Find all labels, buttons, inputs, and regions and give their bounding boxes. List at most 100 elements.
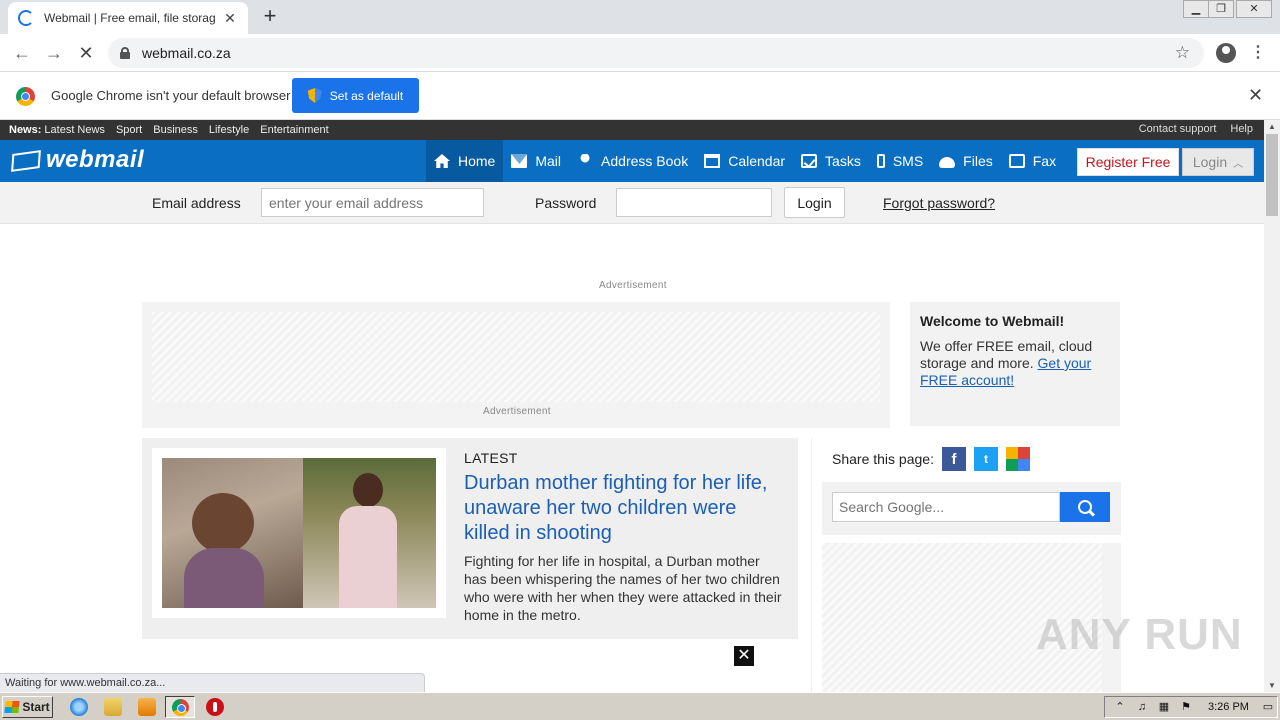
- fax-icon: [1008, 154, 1025, 168]
- password-label: Password: [535, 195, 597, 211]
- network-icon[interactable]: ▦: [1157, 701, 1171, 713]
- news-link-business[interactable]: Business: [153, 124, 198, 136]
- checkbox-icon: [801, 154, 818, 168]
- news-link-latest[interactable]: Latest News: [44, 124, 105, 136]
- ad-close-icon[interactable]: ✕: [734, 646, 754, 666]
- article-image[interactable]: [152, 448, 446, 618]
- opera-icon[interactable]: [206, 698, 224, 716]
- news-link-sport[interactable]: Sport: [116, 124, 142, 136]
- news-link-entertainment[interactable]: Entertainment: [260, 124, 328, 136]
- profile-avatar-icon[interactable]: [1216, 43, 1236, 63]
- help-link[interactable]: Help: [1230, 123, 1253, 135]
- nav-item-home[interactable]: Home: [426, 140, 504, 182]
- taskbar-chrome-button[interactable]: [165, 696, 195, 718]
- search-button[interactable]: [1060, 492, 1110, 522]
- nav-item-tasks[interactable]: Tasks: [793, 140, 869, 182]
- register-free-button[interactable]: Register Free: [1077, 148, 1179, 176]
- google-search-input[interactable]: [832, 492, 1060, 522]
- tab-close-icon[interactable]: ✕: [222, 10, 238, 27]
- set-as-default-label: Set as default: [329, 88, 404, 103]
- new-tab-icon[interactable]: +: [258, 5, 282, 28]
- minimize-icon[interactable]: ▁: [1183, 0, 1209, 18]
- volume-icon[interactable]: ♫: [1135, 701, 1149, 713]
- logo-text: webmail: [46, 146, 145, 173]
- show-desktop-icon[interactable]: ▭: [1261, 701, 1275, 713]
- page-scrollbar[interactable]: ▲ ▼: [1264, 120, 1280, 692]
- latest-article: LATEST Durban mother fighting for her li…: [142, 438, 798, 639]
- login-dropdown-button[interactable]: Login ︿: [1182, 148, 1254, 176]
- media-player-icon[interactable]: [138, 698, 156, 716]
- share-row: Share this page: f t: [832, 447, 1030, 471]
- cloud-download-icon: [939, 156, 956, 168]
- nav-item-label: Tasks: [825, 153, 861, 169]
- internet-explorer-icon[interactable]: [70, 698, 88, 716]
- nav-item-label: Mail: [535, 153, 562, 169]
- news-prefix: News:: [9, 124, 42, 136]
- email-field[interactable]: [261, 188, 484, 217]
- twitter-icon[interactable]: t: [973, 447, 998, 471]
- restore-icon[interactable]: ❐: [1208, 0, 1234, 18]
- forward-arrow-icon[interactable]: →: [42, 41, 66, 65]
- chrome-icon: [172, 699, 189, 716]
- password-field[interactable]: [616, 188, 772, 217]
- scroll-down-icon[interactable]: ▼: [1268, 681, 1276, 690]
- system-tray: ⌃ ♫ ▦ ⚑ 3:26 PM ▭: [1104, 696, 1278, 718]
- windows-logo-icon: [4, 701, 20, 713]
- start-button[interactable]: Start: [2, 696, 53, 718]
- tab-title: Webmail | Free email, file storage, s: [44, 11, 216, 25]
- browser-tab[interactable]: Webmail | Free email, file storage, s ✕: [8, 2, 248, 34]
- nav-item-calendar[interactable]: Calendar: [696, 140, 793, 182]
- back-arrow-icon[interactable]: ←: [10, 41, 34, 65]
- status-bubble: Waiting for www.webmail.co.za...: [0, 673, 425, 692]
- facebook-icon[interactable]: f: [941, 447, 966, 471]
- loading-spinner-icon: [18, 10, 34, 26]
- search-icon: [1078, 500, 1092, 514]
- advertisement-label: Advertisement: [483, 406, 551, 417]
- nav-item-fax[interactable]: Fax: [1001, 140, 1064, 182]
- nav-item-label: Address Book: [601, 153, 689, 169]
- envelope-logo-icon: [10, 148, 40, 172]
- clock[interactable]: 3:26 PM: [1208, 701, 1249, 713]
- address-bar[interactable]: webmail.co.za ☆: [108, 38, 1204, 68]
- nav-item-address-book[interactable]: Address Book: [569, 140, 696, 182]
- tab-strip: Webmail | Free email, file storage, s ✕ …: [0, 0, 1280, 34]
- bookmark-star-icon[interactable]: ☆: [1175, 43, 1190, 63]
- nav-item-label: Home: [458, 153, 496, 169]
- stop-loading-icon[interactable]: ✕: [74, 41, 98, 65]
- shield-icon: [307, 88, 322, 103]
- contact-support-link[interactable]: Contact support: [1139, 123, 1217, 135]
- menu-kebab-icon[interactable]: ⋮: [1250, 42, 1266, 62]
- infobar-text: Google Chrome isn't your default browser: [51, 88, 291, 103]
- page-viewport: News: Latest News Sport Business Lifesty…: [0, 120, 1264, 692]
- nav-item-label: Files: [963, 153, 993, 169]
- default-browser-infobar: Google Chrome isn't your default browser…: [0, 72, 1280, 120]
- google-plus-icon[interactable]: [1005, 447, 1030, 471]
- child-photo-left: [162, 458, 303, 608]
- scrollbar-thumb[interactable]: [1266, 134, 1278, 216]
- news-bar: News: Latest News Sport Business Lifesty…: [0, 120, 1264, 140]
- article-description: Fighting for her life in hospital, a Dur…: [464, 553, 782, 623]
- nav-item-files[interactable]: Files: [931, 140, 1001, 182]
- infobar-close-icon[interactable]: ✕: [1248, 85, 1263, 106]
- login-dropdown-label: Login: [1192, 154, 1228, 170]
- sidebar-divider: [811, 438, 812, 692]
- nav-item-sms[interactable]: SMS: [869, 140, 931, 182]
- window-close-icon[interactable]: ✕: [1236, 0, 1272, 18]
- login-button[interactable]: Login: [784, 187, 845, 218]
- lock-icon[interactable]: [120, 47, 130, 59]
- main-nav: webmail Home Mail Address Book Calendar …: [0, 140, 1264, 182]
- article-title-link[interactable]: Durban mother fighting for her life, una…: [464, 471, 786, 546]
- flag-icon[interactable]: ⚑: [1179, 701, 1193, 713]
- scroll-up-icon[interactable]: ▲: [1268, 122, 1276, 131]
- user-icon: [580, 154, 590, 163]
- tray-expand-icon[interactable]: ⌃: [1113, 701, 1127, 713]
- webmail-logo[interactable]: webmail: [10, 146, 144, 174]
- set-as-default-button[interactable]: Set as default: [292, 78, 419, 113]
- news-link-lifestyle[interactable]: Lifestyle: [209, 124, 249, 136]
- forgot-password-link[interactable]: Forgot password?: [883, 195, 995, 211]
- nav-item-mail[interactable]: Mail: [503, 140, 569, 182]
- leaderboard-ad[interactable]: Advertisement: [142, 302, 890, 428]
- phone-icon: [876, 154, 885, 168]
- folder-icon[interactable]: [104, 698, 122, 716]
- ad-placeholder: [152, 312, 880, 402]
